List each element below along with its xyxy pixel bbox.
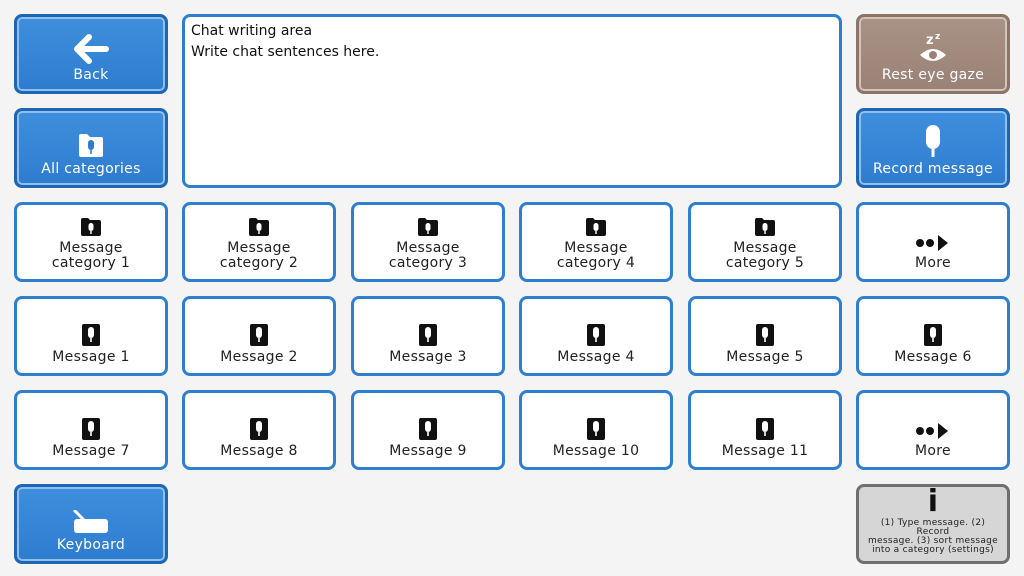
message-category-2-button[interactable]: Message category 2	[182, 202, 336, 282]
folder-microphone-icon	[248, 217, 270, 237]
message-category-4-button[interactable]: Message category 4	[519, 202, 673, 282]
message-10-button[interactable]: Message 10	[519, 390, 673, 470]
microphone-icon	[587, 324, 605, 346]
message-label: Message 8	[220, 443, 298, 459]
message-7-button[interactable]: Message 7	[14, 390, 168, 470]
back-button[interactable]: Back	[14, 14, 168, 94]
message-3-button[interactable]: Message 3	[351, 296, 505, 376]
keyboard-label: Keyboard	[56, 537, 126, 553]
info-text: (1) Type message. (2) Record message. (3…	[867, 518, 998, 555]
message-label: Message 1	[52, 349, 130, 365]
folder-microphone-icon	[77, 132, 105, 158]
message-label: Message 9	[389, 443, 467, 459]
message-label: Message 2	[220, 349, 298, 365]
message-category-3-button[interactable]: Message category 3	[351, 202, 505, 282]
message-category-1-button[interactable]: Message category 1	[14, 202, 168, 282]
message-8-button[interactable]: Message 8	[182, 390, 336, 470]
info-glyph: i	[927, 484, 939, 519]
message-label: Message 5	[726, 349, 804, 365]
rest-eye-gaze-button[interactable]: z z Rest eye gaze	[856, 14, 1010, 94]
svg-text:z: z	[926, 33, 934, 48]
message-label: Message 4	[557, 349, 635, 365]
all-categories-button[interactable]: All categories	[14, 108, 168, 188]
message-label: Message 3	[389, 349, 467, 365]
arrow-left-icon	[73, 34, 109, 64]
more-label: More	[915, 255, 951, 271]
more-arrow-icon	[915, 234, 951, 252]
keyboard-button[interactable]: Keyboard	[14, 484, 168, 564]
message-5-button[interactable]: Message 5	[688, 296, 842, 376]
message-category-5-button[interactable]: Message category 5	[688, 202, 842, 282]
record-message-button[interactable]: Record message	[856, 108, 1010, 188]
microphone-icon	[419, 324, 437, 346]
message-label: Message 11	[721, 443, 809, 459]
category-label: Message category 5	[725, 240, 805, 271]
category-label: Message category 2	[219, 240, 299, 271]
chat-writing-area[interactable]: Chat writing area Write chat sentences h…	[182, 14, 842, 188]
message-6-button[interactable]: Message 6	[856, 296, 1010, 376]
category-label: Message category 4	[556, 240, 636, 271]
category-label: Message category 3	[388, 240, 468, 271]
more-categories-button[interactable]: More	[856, 202, 1010, 282]
microphone-icon	[250, 418, 268, 440]
message-label: Message 7	[52, 443, 130, 459]
category-label: Message category 1	[51, 240, 131, 271]
microphone-icon	[923, 124, 943, 158]
info-help-tile[interactable]: i (1) Type message. (2) Record message. …	[856, 484, 1010, 564]
microphone-icon	[419, 418, 437, 440]
svg-text:z: z	[935, 32, 941, 42]
keyboard-icon	[72, 510, 110, 534]
microphone-icon	[250, 324, 268, 346]
microphone-icon	[82, 418, 100, 440]
more-arrow-icon	[915, 422, 951, 440]
message-1-button[interactable]: Message 1	[14, 296, 168, 376]
message-9-button[interactable]: Message 9	[351, 390, 505, 470]
microphone-icon	[82, 324, 100, 346]
message-2-button[interactable]: Message 2	[182, 296, 336, 376]
record-message-label: Record message	[873, 161, 993, 177]
message-4-button[interactable]: Message 4	[519, 296, 673, 376]
microphone-icon	[756, 324, 774, 346]
folder-microphone-icon	[754, 217, 776, 237]
more-label: More	[915, 443, 951, 459]
rest-eye-gaze-label: Rest eye gaze	[881, 67, 985, 83]
microphone-icon	[587, 418, 605, 440]
microphone-icon	[924, 324, 942, 346]
message-label: Message 6	[894, 349, 972, 365]
folder-microphone-icon	[80, 217, 102, 237]
message-label: Message 10	[552, 443, 640, 459]
message-11-button[interactable]: Message 11	[688, 390, 842, 470]
microphone-icon	[756, 418, 774, 440]
folder-microphone-icon	[585, 217, 607, 237]
all-categories-label: All categories	[41, 161, 141, 177]
info-icon: i	[928, 487, 939, 517]
back-label: Back	[73, 67, 109, 83]
folder-microphone-icon	[417, 217, 439, 237]
more-messages-button[interactable]: More	[856, 390, 1010, 470]
sleep-eye-icon: z z	[916, 30, 950, 64]
